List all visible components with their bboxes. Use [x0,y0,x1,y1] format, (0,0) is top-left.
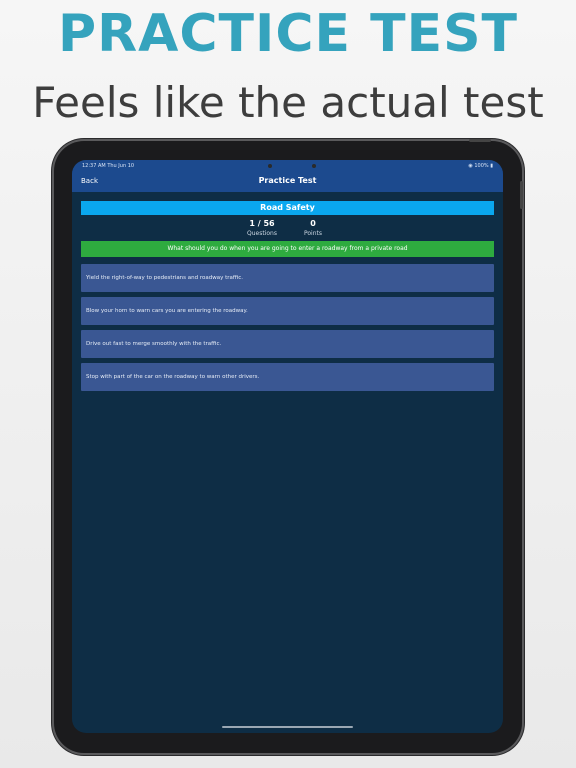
battery-indicator: ◉ 100% ▮ [468,163,493,169]
nav-title: Practice Test [258,176,317,185]
wifi-icon: ◉ [468,163,473,169]
promo-subhead: Feels like the actual test [32,78,544,127]
battery-text: 100% [474,163,489,169]
app-screen: 12:37 AM Thu Jun 10 ◉ 100% ▮ Back Practi… [72,160,503,733]
points-counter: 0 Points [283,219,343,237]
status-bar: 12:37 AM Thu Jun 10 ◉ 100% ▮ [72,160,503,172]
battery-icon: ▮ [490,163,493,169]
tablet-device: 12:37 AM Thu Jun 10 ◉ 100% ▮ Back Practi… [54,139,523,753]
answer-option-1[interactable]: Yield the right-of-way to pedestrians an… [81,264,494,292]
home-indicator[interactable] [222,726,353,728]
points-value: 0 [310,219,316,228]
promo-headline: PRACTICE TEST [57,4,519,64]
nav-bar: Back Practice Test [72,172,503,192]
volume-button [469,139,491,142]
answer-option-2[interactable]: Blow your horn to warn cars you are ente… [81,297,494,325]
status-time: 12:37 AM Thu Jun 10 [82,163,135,169]
question-text: What should you do when you are going to… [81,241,494,257]
answer-option-4[interactable]: Stop with part of the car on the roadway… [81,363,494,391]
power-button [520,181,523,209]
points-label: Points [303,230,323,237]
sensor-icon [312,164,316,168]
answer-option-3[interactable]: Drive out fast to merge smoothly with th… [81,330,494,358]
camera-icon [268,164,272,168]
category-banner: Road Safety [81,201,494,215]
